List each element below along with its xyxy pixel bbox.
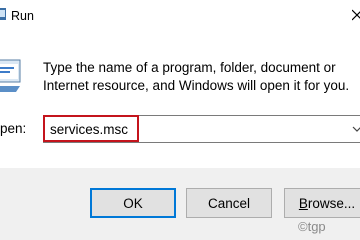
chevron-down-icon[interactable] [352, 125, 360, 133]
open-combobox[interactable] [43, 115, 360, 143]
run-dialog-icon [0, 59, 21, 92]
open-input[interactable] [47, 118, 340, 140]
browse-button[interactable]: Browse... [284, 188, 360, 218]
instruction-text: Type the name of a program, folder, docu… [43, 60, 350, 93]
run-app-icon [0, 8, 6, 20]
browse-accelerator: B [298, 195, 308, 211]
cancel-button[interactable]: Cancel [186, 188, 272, 218]
browse-label-rest: rowse... [307, 195, 356, 211]
window-title: Run [11, 9, 34, 23]
open-label: pen: [0, 121, 27, 136]
close-icon[interactable] [352, 8, 360, 22]
title-bar: Run [0, 0, 360, 30]
watermark: ©tgp [298, 219, 326, 234]
ok-button[interactable]: OK [90, 188, 176, 218]
